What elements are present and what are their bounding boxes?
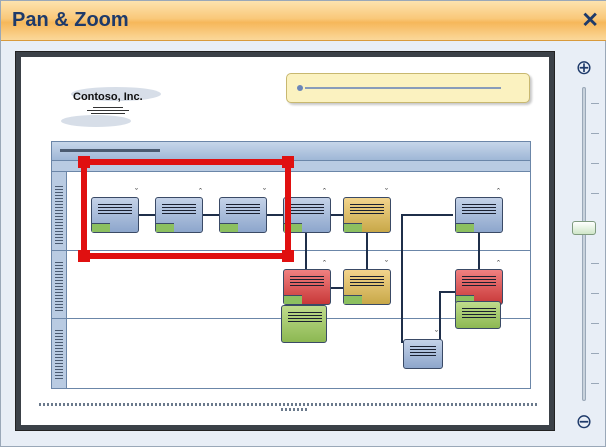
zoom-tick bbox=[591, 193, 599, 194]
zoom-tick bbox=[591, 383, 599, 384]
process-shape bbox=[455, 269, 503, 305]
annotation-note bbox=[286, 73, 530, 103]
zoom-tick bbox=[591, 163, 599, 164]
connector bbox=[439, 291, 455, 293]
process-shape bbox=[343, 197, 391, 233]
chevron-icon: ˆ bbox=[497, 187, 500, 197]
window-title: Pan & Zoom bbox=[12, 9, 129, 31]
note-bullet bbox=[297, 85, 303, 91]
resize-handle[interactable] bbox=[282, 250, 294, 262]
viewport-selection-rectangle[interactable] bbox=[78, 156, 294, 262]
chevron-icon: ˇ bbox=[435, 329, 438, 339]
chevron-icon: ˇ bbox=[385, 187, 388, 197]
zoom-track[interactable] bbox=[582, 87, 586, 401]
lane-label bbox=[55, 186, 63, 246]
resize-handle[interactable] bbox=[78, 156, 90, 168]
chevron-icon: ˇ bbox=[385, 259, 388, 269]
logo-subtitle-lines bbox=[87, 107, 129, 114]
note-shape bbox=[455, 301, 501, 329]
lane-label bbox=[55, 262, 63, 312]
connector bbox=[331, 287, 343, 289]
zoom-tick bbox=[591, 103, 599, 104]
close-icon[interactable]: ✕ bbox=[581, 8, 599, 33]
chevron-icon: ˆ bbox=[497, 259, 500, 269]
process-shape bbox=[455, 197, 503, 233]
connector bbox=[478, 231, 480, 269]
process-shape bbox=[283, 269, 331, 305]
company-logo: Contoso, Inc. bbox=[63, 79, 163, 129]
page-footer-text bbox=[39, 403, 539, 406]
process-shape bbox=[403, 339, 443, 369]
note-shape bbox=[281, 305, 327, 343]
connector bbox=[366, 231, 368, 269]
zoom-tick bbox=[591, 353, 599, 354]
zoom-tick bbox=[591, 293, 599, 294]
zoom-slider[interactable]: ⊕ ⊖ bbox=[567, 53, 601, 433]
chevron-icon: ˆ bbox=[323, 187, 326, 197]
page-number bbox=[281, 408, 307, 411]
diagram-header-text bbox=[60, 149, 160, 152]
connector bbox=[403, 214, 453, 216]
pan-zoom-window: Pan & Zoom ✕ Contoso, Inc. ˇ ˆ ˇ ˆ ˇ ˆ ˆ… bbox=[0, 0, 606, 447]
zoom-tick bbox=[591, 263, 599, 264]
resize-handle[interactable] bbox=[282, 156, 294, 168]
note-text-lines bbox=[305, 87, 501, 89]
lane-label-column bbox=[52, 172, 67, 388]
connector bbox=[305, 231, 307, 269]
title-bar[interactable]: Pan & Zoom ✕ bbox=[1, 1, 606, 41]
zoom-tick bbox=[591, 323, 599, 324]
connector bbox=[331, 214, 343, 216]
zoom-slider-thumb[interactable] bbox=[572, 221, 596, 235]
chevron-icon: ˆ bbox=[323, 259, 326, 269]
logo-text: Contoso, Inc. bbox=[73, 91, 143, 103]
zoom-in-icon[interactable]: ⊕ bbox=[571, 55, 597, 81]
connector bbox=[401, 214, 403, 342]
resize-handle[interactable] bbox=[78, 250, 90, 262]
process-shape bbox=[343, 269, 391, 305]
zoom-out-icon[interactable]: ⊖ bbox=[571, 409, 597, 435]
zoom-tick bbox=[591, 133, 599, 134]
lane-label bbox=[55, 330, 63, 380]
